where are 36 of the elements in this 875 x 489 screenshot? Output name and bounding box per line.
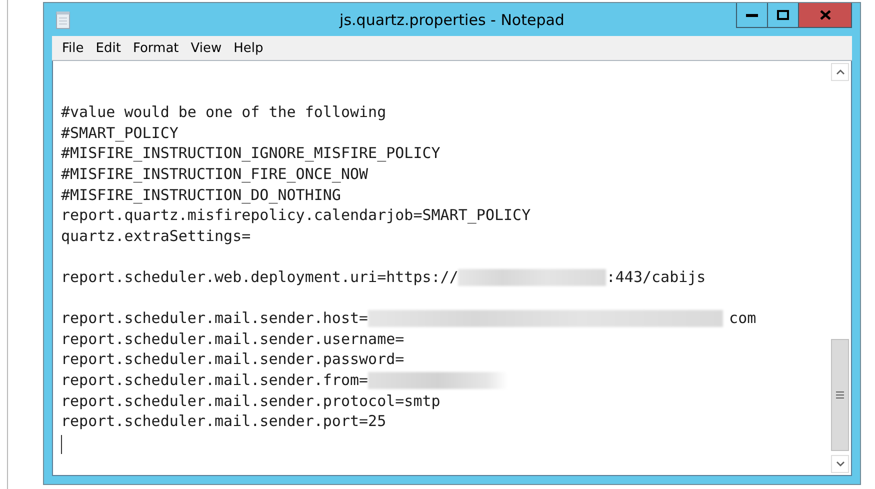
scroll-down-button[interactable] xyxy=(831,455,849,473)
menu-item[interactable]: File xyxy=(56,40,90,56)
close-button[interactable] xyxy=(798,3,852,28)
code-text: report.scheduler.mail.sender.from= xyxy=(61,370,368,390)
code-text: report.scheduler.mail.sender.port=25 xyxy=(61,411,386,432)
code-text: report.scheduler.mail.sender.host= xyxy=(61,308,368,329)
code-text: #MISFIRE_INSTRUCTION_IGNORE_MISFIRE_POLICY xyxy=(61,143,440,164)
code-text: report.scheduler.web.deployment.uri=https:// xyxy=(61,266,458,288)
chevron-down-icon xyxy=(836,461,844,467)
code-text: quartz.extraSettings= xyxy=(61,226,251,246)
text-cursor xyxy=(61,435,62,454)
vertical-scrollbar[interactable] xyxy=(831,63,849,473)
code-text: :443/cabijs xyxy=(606,266,706,288)
scroll-thumb[interactable] xyxy=(831,339,849,451)
code-text: #MISFIRE_INSTRUCTION_DO_NOTHING xyxy=(61,184,341,206)
code-text: #value would be one of the following xyxy=(61,102,386,123)
code-text: report.scheduler.mail.sender.username= xyxy=(61,328,404,350)
maximize-icon xyxy=(777,10,789,20)
chevron-up-icon xyxy=(836,69,844,75)
minimize-icon xyxy=(746,13,758,17)
menu-item[interactable]: View xyxy=(184,40,228,56)
code-text: #MISFIRE_INSTRUCTION_FIRE_ONCE_NOW xyxy=(61,164,368,185)
code-text: report.scheduler.mail.sender.protocol=smtp xyxy=(61,390,440,412)
code-text: com xyxy=(729,308,756,329)
window-title: js.quartz.properties - Notepad xyxy=(338,11,566,29)
scroll-up-button[interactable] xyxy=(831,63,849,81)
menu-item[interactable]: Help xyxy=(228,40,270,56)
grip-icon xyxy=(836,391,844,399)
minimize-button[interactable] xyxy=(736,3,768,28)
notepad-icon xyxy=(56,11,70,29)
code-text: #SMART_POLICY xyxy=(61,122,178,144)
menu-item[interactable]: Edit xyxy=(90,40,127,56)
code-text: report.scheduler.mail.sender.password= xyxy=(61,349,404,370)
menu-item[interactable]: Format xyxy=(126,40,185,56)
close-icon xyxy=(820,10,830,20)
code-text: report.quartz.misfirepolicy.calendarjob=SMART_POLICY xyxy=(61,205,531,226)
